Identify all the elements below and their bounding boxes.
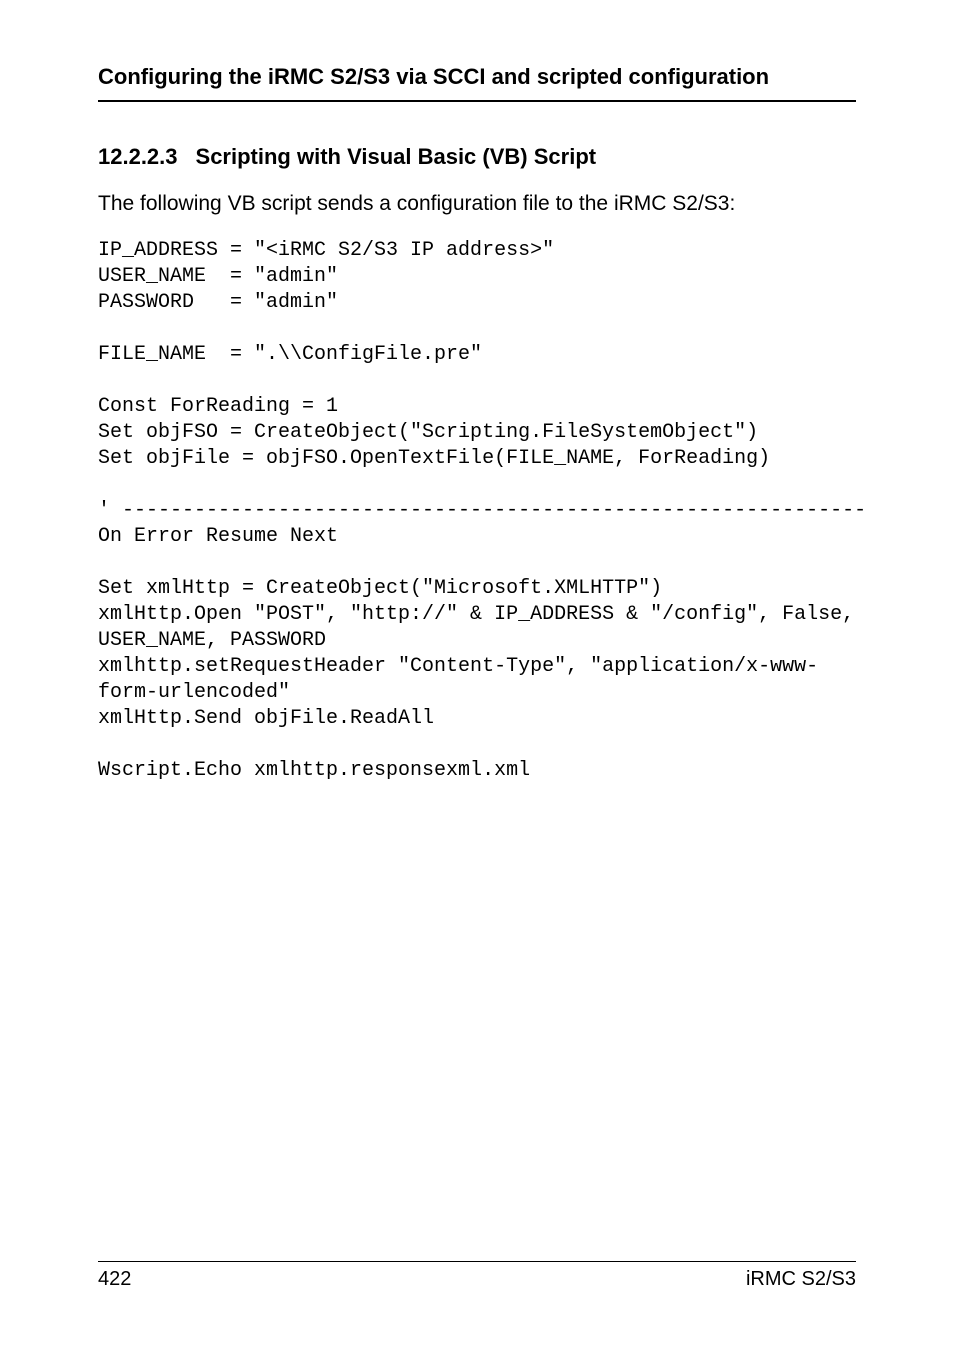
page-number: 422 (98, 1268, 131, 1291)
section-heading: 12.2.2.3 Scripting with Visual Basic (VB)… (98, 144, 856, 170)
section-number: 12.2.2.3 (98, 144, 178, 170)
page: Configuring the iRMC S2/S3 via SCCI and … (0, 0, 954, 1349)
section-title: Scripting with Visual Basic (VB) Script (196, 144, 597, 169)
running-head: Configuring the iRMC S2/S3 via SCCI and … (98, 64, 856, 102)
doc-label: iRMC S2/S3 (746, 1268, 856, 1291)
code-block: IP_ADDRESS = "<iRMC S2/S3 IP address>" U… (98, 238, 856, 784)
intro-paragraph: The following VB script sends a configur… (98, 192, 856, 216)
page-footer: 422 iRMC S2/S3 (98, 1261, 856, 1291)
